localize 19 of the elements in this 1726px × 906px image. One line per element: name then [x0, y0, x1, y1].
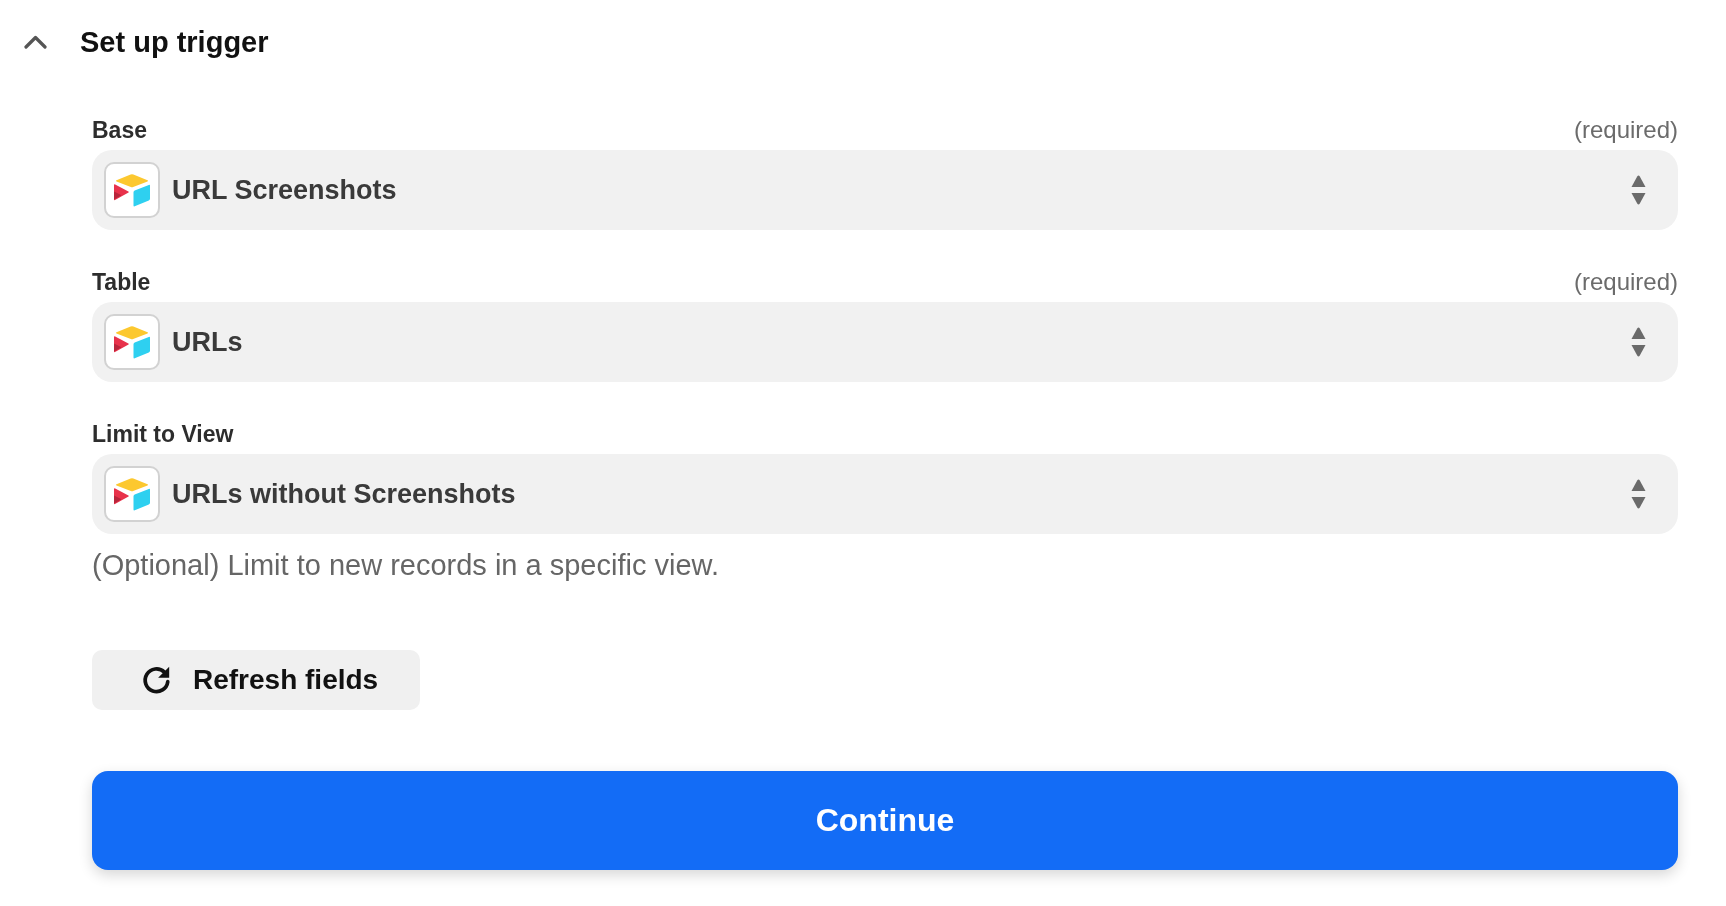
field-label: Limit to View	[92, 420, 234, 448]
app-logo-icon	[104, 466, 160, 522]
help-text: (Optional) Limit to new records in a specific view.	[92, 548, 719, 582]
app-logo-icon	[104, 162, 160, 218]
section-title: Set up trigger	[80, 25, 269, 60]
required-note: (required)	[1573, 116, 1678, 144]
field-label: Base	[92, 116, 147, 144]
sort-arrows-icon	[1630, 479, 1647, 509]
sort-arrows-icon	[1630, 175, 1647, 205]
chevron-icon[interactable]	[24, 35, 47, 49]
field-label: Table	[92, 268, 151, 296]
refresh-fields-button[interactable]: Refresh fields	[92, 650, 421, 710]
sort-arrows-icon	[1630, 327, 1647, 357]
continue-button[interactable]: Continue	[92, 771, 1678, 870]
required-note: (required)	[1573, 268, 1678, 296]
app-logo-icon	[104, 314, 160, 370]
select-field[interactable]: URLs	[92, 302, 1678, 382]
select-field[interactable]: URL Screenshots	[92, 150, 1678, 230]
select-field[interactable]: URLs without Screenshots	[92, 454, 1678, 534]
